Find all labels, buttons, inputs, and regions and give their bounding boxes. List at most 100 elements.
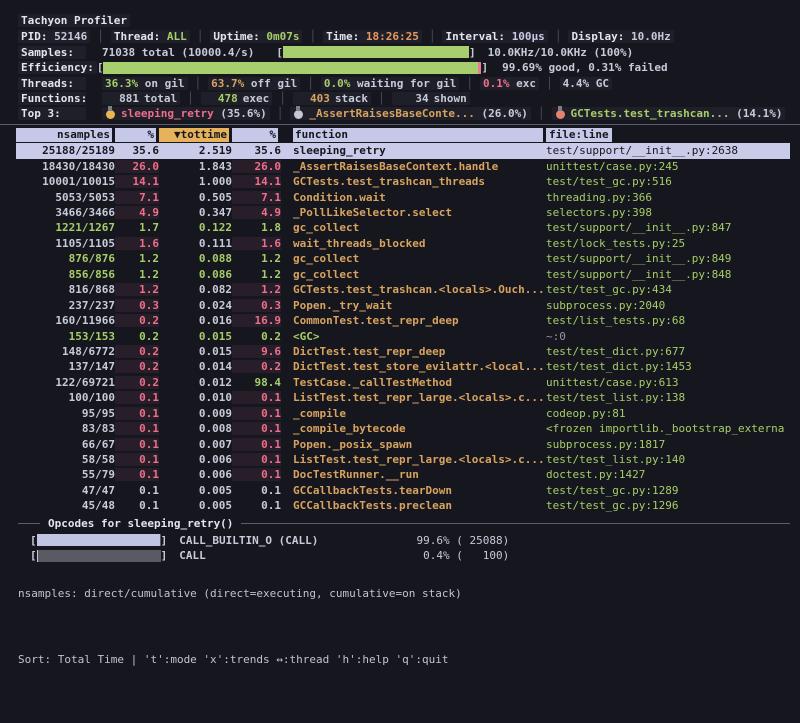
tottime-cell: 0.006 — [159, 468, 232, 481]
status-line: PID: 52146│Thread: ALL│Uptime: 0m07s│Tim… — [0, 29, 800, 44]
nsamples-cell: 153/153 — [16, 330, 115, 343]
pct-cum-cell: 1.2 — [232, 283, 281, 296]
column-header-tottime-sorted[interactable]: ▼tottime — [159, 128, 232, 142]
tottime-cell: 1.000 — [159, 175, 232, 188]
function-cell: DocTestRunner.__run — [293, 468, 546, 481]
efficiency-bar — [97, 61, 488, 74]
table-row[interactable]: 856/8561.20.0861.2gc_collecttest/support… — [16, 267, 790, 282]
pct-direct-cell: 26.0 — [115, 160, 159, 173]
pct-cum-cell: 0.1 — [232, 499, 281, 512]
status-label: Time: — [326, 30, 366, 43]
pct-cum-cell: 0.2 — [232, 360, 281, 373]
table-row[interactable]: 816/8681.20.0821.2GCTests.test_trashcan.… — [16, 282, 790, 297]
function-cell: gc_collect — [293, 221, 546, 234]
function-cell: TestCase._callTestMethod — [293, 376, 546, 389]
separator: │ — [197, 30, 204, 43]
status-label: Interval: — [445, 30, 511, 43]
top3-item: GCTests.test_trashcan... (14.1%) — [552, 107, 786, 120]
footer: nsamples: direct/cumulative (direct=exec… — [18, 539, 462, 715]
stat-desc: waiting for gil — [357, 77, 456, 90]
table-row[interactable]: 58/580.10.0060.1ListTest.test_repr_large… — [16, 452, 790, 467]
file-cell: subprocess.py:2040 — [546, 299, 790, 312]
column-header-pct-direct[interactable]: % — [115, 128, 159, 142]
pct-cum-cell: 0.1 — [232, 391, 281, 404]
function-cell: GCTests.test_trashcan_threads — [293, 175, 546, 188]
table-row[interactable]: 47/470.10.0050.1GCCallbackTests.tearDown… — [16, 483, 790, 498]
function-cell: wait_threads_blocked — [293, 237, 546, 250]
file-cell: test/list_tests.py:68 — [546, 314, 790, 327]
table-row[interactable]: 18430/1843026.01.84326.0_AssertRaisesBas… — [16, 159, 790, 174]
status-item: Time: 18:26:25 — [323, 30, 422, 43]
table-row[interactable]: 45/480.10.0050.1GCCallbackTests.preclean… — [16, 498, 790, 513]
table-row[interactable]: 66/670.10.0070.1Popen._posix_spawnsubpro… — [16, 436, 790, 451]
status-value: 10.0Hz — [631, 30, 671, 43]
table-row[interactable]: 10001/1001514.11.00014.1GCTests.test_tra… — [16, 174, 790, 189]
tottime-cell: 0.111 — [159, 237, 232, 250]
pct-direct-cell: 0.1 — [115, 484, 159, 497]
tottime-cell: 0.015 — [159, 345, 232, 358]
stat-desc: exec — [243, 92, 270, 105]
pct-direct-cell: 0.1 — [115, 499, 159, 512]
function-cell: GCCallbackTests.preclean — [293, 499, 546, 512]
file-cell: <frozen importlib._bootstrap_externa — [546, 422, 790, 435]
tottime-cell: 0.010 — [159, 391, 232, 404]
top3-percent: (26.0%) — [482, 107, 528, 120]
pct-direct-cell: 0.2 — [115, 376, 159, 389]
nsamples-cell: 5053/5053 — [16, 191, 115, 204]
pct-direct-cell: 0.1 — [115, 453, 159, 466]
column-header-function[interactable]: function — [293, 128, 546, 142]
pct-cum-cell: 0.1 — [232, 407, 281, 420]
function-cell: GCCallbackTests.tearDown — [293, 484, 546, 497]
table-row[interactable]: 160/119660.20.01616.9CommonTest.test_rep… — [16, 313, 790, 328]
status-value: 52146 — [54, 30, 87, 43]
pct-cum-cell: 0.1 — [232, 468, 281, 481]
pct-cum-cell: 0.3 — [232, 299, 281, 312]
separator: │ — [279, 92, 286, 105]
function-cell: sleeping_retry — [293, 144, 546, 157]
file-cell: test/support/__init__.py:847 — [546, 221, 790, 234]
status-item: Uptime: 0m07s — [210, 30, 302, 43]
table-row[interactable]: 3466/34664.90.3474.9_PollLikeSelector.se… — [16, 205, 790, 220]
function-cell: ListTest.test_repr_large.<locals>.c... — [293, 453, 546, 466]
function-cell: DictTest.test_store_evilattr.<local... — [293, 360, 546, 373]
status-value: 0m07s — [266, 30, 299, 43]
title-line: Tachyon Profiler — [0, 12, 800, 29]
table-row-selected[interactable]: ► 25188/25189 35.6 2.519 35.6 sleeping_r… — [16, 143, 790, 158]
stat-group: 0.0% waiting for gil — [321, 77, 459, 90]
column-header-file[interactable]: file:line — [546, 128, 790, 142]
footer-legend: nsamples: direct/cumulative (direct=exec… — [18, 583, 462, 605]
table-row[interactable]: 95/950.10.0090.1_compilecodeop.py:81 — [16, 406, 790, 421]
table-row[interactable]: 237/2370.30.0240.3Popen._try_waitsubproc… — [16, 297, 790, 312]
pct-cum-cell: 98.4 — [232, 376, 281, 389]
stat-desc: shown — [434, 92, 467, 105]
column-header-nsamples[interactable]: nsamples — [16, 128, 115, 142]
table-row[interactable]: 876/8761.20.0881.2gc_collecttest/support… — [16, 251, 790, 266]
file-cell: test/support/__init__.py:849 — [546, 252, 790, 265]
table-row[interactable]: 83/830.10.0080.1_compile_bytecode<frozen… — [16, 421, 790, 436]
function-cell: _AssertRaisesBaseContext.handle — [293, 160, 546, 173]
app-title: Tachyon Profiler — [18, 14, 130, 27]
file-cell: test/test_list.py:138 — [546, 391, 790, 404]
pct-direct-cell: 0.2 — [115, 330, 159, 343]
table-row[interactable]: 1221/12671.70.1221.8gc_collecttest/suppo… — [16, 220, 790, 235]
column-header-pct-cumulative[interactable]: % — [232, 128, 281, 142]
table-row[interactable]: 148/67720.20.0159.6DictTest.test_repr_de… — [16, 344, 790, 359]
table-row[interactable]: 122/697210.20.01298.4TestCase._callTestM… — [16, 375, 790, 390]
table-row[interactable]: 5053/50537.10.5057.1Condition.waitthread… — [16, 189, 790, 204]
functions-label: Functions: — [18, 92, 86, 105]
function-cell: CommonTest.test_repr_deep — [293, 314, 546, 327]
stat-value: 34 — [395, 92, 429, 105]
separator: │ — [546, 77, 553, 90]
table-row[interactable]: 100/1000.10.0100.1ListTest.test_repr_lar… — [16, 390, 790, 405]
nsamples-cell: 137/147 — [16, 360, 115, 373]
table-row[interactable]: 137/1470.20.0140.2DictTest.test_store_ev… — [16, 359, 790, 374]
table-row[interactable]: 1105/11051.60.1111.6wait_threads_blocked… — [16, 236, 790, 251]
top3-percent: (35.6%) — [220, 107, 266, 120]
nsamples-cell: 3466/3466 — [16, 206, 115, 219]
file-cell: test/test_dict.py:1453 — [546, 360, 790, 373]
table-row[interactable]: 55/790.10.0060.1DocTestRunner.__rundocte… — [16, 467, 790, 482]
pct-cum-cell: 1.6 — [232, 237, 281, 250]
table-row[interactable]: 153/1530.20.0150.2<GC>~:0 — [16, 328, 790, 343]
stat-value: 478 — [204, 92, 238, 105]
stat-value: 881 — [105, 92, 139, 105]
